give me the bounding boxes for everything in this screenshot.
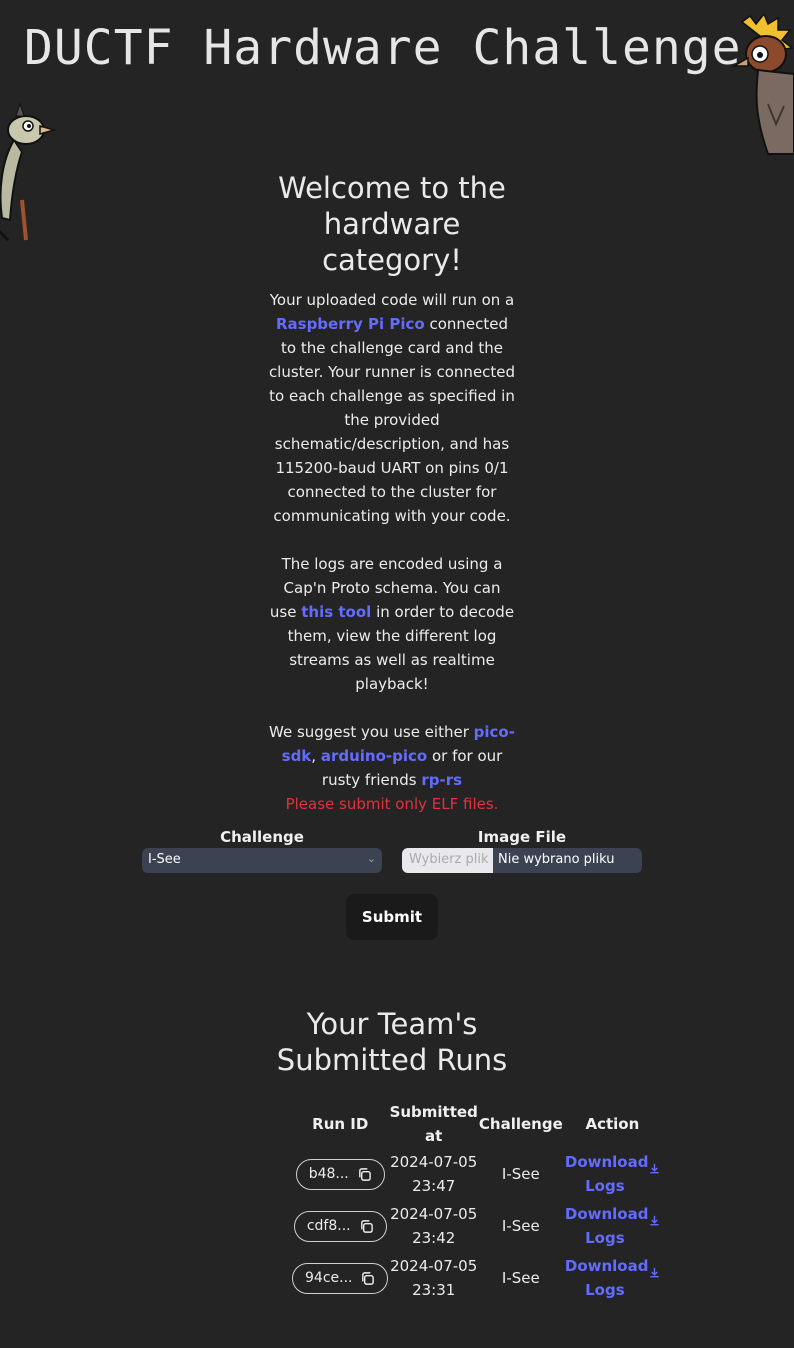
page: DUCTF Hardware Challenge Welcome to the …	[0, 0, 794, 1348]
submit-form: Challenge I-See ⌄ Image File Wybierz pli…	[142, 826, 642, 873]
copy-icon	[362, 1271, 375, 1285]
challenge-name: I-See	[501, 1269, 540, 1287]
submit-button[interactable]: Submit	[346, 894, 438, 940]
mascot-left-image	[0, 102, 57, 242]
mascot-right-image	[731, 14, 794, 155]
challenge-name: I-See	[501, 1165, 540, 1183]
run-id-copy-button[interactable]: cdf8...	[293, 1210, 387, 1242]
intro-paragraph-runner: Your uploaded code will run on a Raspber…	[268, 291, 516, 525]
challenge-select[interactable]: I-See ⌄	[142, 848, 382, 873]
file-status-text: Nie wybrano pliku	[498, 852, 615, 867]
submitted-at: 2024-07-05 23:31	[390, 1257, 478, 1299]
download-icon	[650, 1215, 659, 1225]
welcome-heading: Welcome to the hardware category!	[278, 171, 506, 277]
rp-rs-link[interactable]: rp-rs	[421, 771, 462, 789]
submitted-at: 2024-07-05 23:42	[390, 1205, 478, 1247]
submitted-at: 2024-07-05 23:47	[390, 1153, 478, 1195]
run-id: b48...	[308, 1166, 349, 1182]
image-file-label: Image File	[477, 828, 567, 846]
challenge-selected-value: I-See	[148, 852, 181, 867]
image-file-input[interactable]: Wybierz plik Nie wybrano pliku	[402, 848, 642, 873]
chevron-down-icon: ⌄	[366, 852, 376, 865]
header-submitted-at: Submitted at	[389, 1103, 478, 1145]
run-id: cdf8...	[306, 1218, 351, 1234]
runs-table-header: Run ID Submitted at Challenge Action	[292, 1100, 662, 1148]
choose-file-button[interactable]: Wybierz plik	[402, 848, 493, 873]
runs-table: Run ID Submitted at Challenge Action b48…	[292, 1100, 662, 1304]
site-title: DUCTF Hardware Challenge	[24, 20, 742, 76]
copy-icon	[360, 1219, 373, 1233]
elf-warning: Please submit only ELF files.	[285, 795, 499, 813]
intro-paragraph-logs: The logs are encoded using a Cap'n Proto…	[269, 555, 515, 693]
table-row: b48... 2024-07-05 23:47 I-See Download L…	[292, 1148, 662, 1200]
run-id-copy-button[interactable]: b48...	[295, 1158, 385, 1190]
download-icon	[650, 1163, 659, 1173]
header-action: Action	[585, 1115, 640, 1133]
challenge-field: Challenge I-See ⌄	[142, 826, 382, 873]
decode-tool-link[interactable]: this tool	[301, 603, 371, 621]
challenge-label: Challenge	[220, 828, 304, 846]
download-logs-link[interactable]: Download Logs	[565, 1202, 649, 1250]
intro-section: Welcome to the hardware category! Your u…	[268, 170, 516, 816]
arduino-pico-link[interactable]: arduino-pico	[321, 747, 427, 765]
copy-icon	[358, 1167, 371, 1181]
download-logs-link[interactable]: Download Logs	[565, 1150, 649, 1198]
run-id: 94ce...	[305, 1270, 353, 1286]
table-row: cdf8... 2024-07-05 23:42 I-See Download …	[292, 1200, 662, 1252]
intro-paragraph-sdk: We suggest you use either pico-sdk, ardu…	[269, 723, 515, 789]
header-run-id: Run ID	[312, 1115, 369, 1133]
raspberry-pi-pico-link[interactable]: Raspberry Pi Pico	[276, 315, 425, 333]
table-row: 94ce... 2024-07-05 23:31 I-See Download …	[292, 1252, 662, 1304]
runs-heading: Your Team's Submitted Runs	[276, 1007, 508, 1077]
challenge-name: I-See	[501, 1217, 540, 1235]
download-logs-link[interactable]: Download Logs	[565, 1254, 649, 1302]
header-challenge: Challenge	[478, 1115, 563, 1133]
download-icon	[650, 1267, 659, 1277]
run-id-copy-button[interactable]: 94ce...	[292, 1262, 389, 1294]
image-file-field: Image File Wybierz plik Nie wybrano plik…	[402, 826, 642, 873]
